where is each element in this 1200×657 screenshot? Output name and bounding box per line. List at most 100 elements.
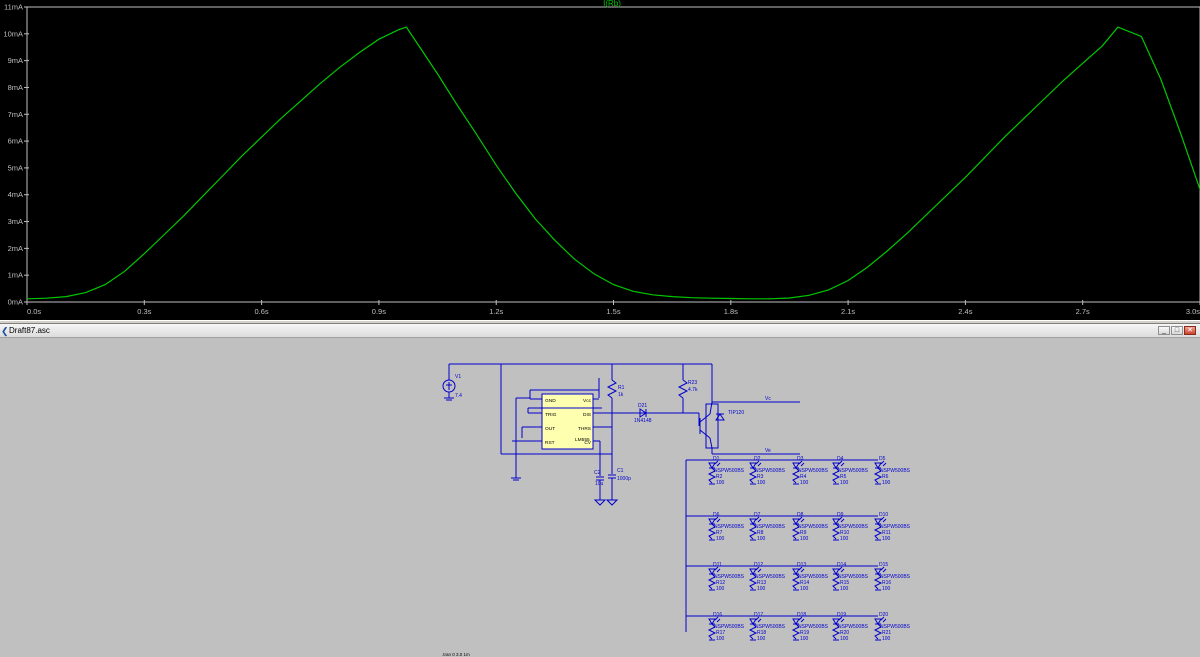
r23-name-label: R23 xyxy=(688,380,697,386)
led-diode-label: D20 xyxy=(879,612,888,618)
led-diode-label: D10 xyxy=(879,512,888,518)
y-tick-label: 8mA xyxy=(8,83,23,92)
y-tick-label: 4mA xyxy=(8,190,23,199)
c1-name-label: C1 xyxy=(617,468,624,474)
spice-directive[interactable]: .tran 0 3.0 1m xyxy=(442,652,470,657)
led-diode-label: D3 xyxy=(797,456,804,462)
led-diode-label: D1 xyxy=(713,456,720,462)
led-resistor-value: 100 xyxy=(716,480,725,486)
led-diode-label: D7 xyxy=(754,512,761,518)
ic-name-label: LM555 xyxy=(575,437,590,443)
led-resistor-value: 100 xyxy=(840,536,849,542)
x-tick-label: 1.5s xyxy=(606,307,620,316)
led-resistor-value: 100 xyxy=(716,586,725,592)
y-tick-label: 2mA xyxy=(8,244,23,253)
c2-value-label: 10u xyxy=(595,481,604,487)
led-diode-label: D11 xyxy=(713,562,722,568)
q1-name-label: TIP120 xyxy=(728,410,744,416)
led-diode-label: D9 xyxy=(837,512,844,518)
x-tick-label: 2.1s xyxy=(841,307,855,316)
led-resistor-value: 100 xyxy=(840,636,849,642)
led-diode-label: D13 xyxy=(797,562,806,568)
trace-label-i-rb[interactable]: I(Rb) xyxy=(603,0,621,8)
c2-name-label: C2 xyxy=(594,470,601,476)
r23-value-label: 4.7k xyxy=(688,387,698,393)
led-diode-label: D14 xyxy=(837,562,846,568)
led-diode-label: D15 xyxy=(879,562,888,568)
ic-pin-trig: TRIG xyxy=(545,412,557,418)
y-tick-label: 0mA xyxy=(8,298,23,307)
led-resistor-value: 100 xyxy=(757,586,766,592)
x-tick-label: 0.0s xyxy=(27,307,41,316)
r1-resistor[interactable] xyxy=(606,379,618,399)
led-resistor-value: 100 xyxy=(757,636,766,642)
led-resistor-value: 100 xyxy=(716,636,725,642)
schematic-canvas[interactable]: D1NSPW500BSR2100D2NSPW500BSR3100D3NSPW50… xyxy=(0,338,1200,657)
schematic-app-icon: ❮ xyxy=(1,326,9,336)
ic-pin-thrs: THRS xyxy=(578,426,591,432)
led-diode-label: D12 xyxy=(754,562,763,568)
led-diode-label: D5 xyxy=(879,456,886,462)
c1-value-label: 1000p xyxy=(617,476,631,482)
led-resistor-value: 100 xyxy=(840,586,849,592)
y-tick-label: 9mA xyxy=(8,56,23,65)
led-resistor-value: 100 xyxy=(800,636,809,642)
led-resistor-value: 100 xyxy=(882,586,891,592)
led-resistor-value: 100 xyxy=(882,536,891,542)
d21-value-label: 1N4148 xyxy=(634,418,652,424)
r1-value-label: 1k xyxy=(618,392,624,398)
led-diode-label: D19 xyxy=(837,612,846,618)
led-resistor-value: 100 xyxy=(882,480,891,486)
plot-frame xyxy=(26,6,1200,303)
ic-pin-vcc: Vcc xyxy=(583,398,592,404)
led-resistor-value: 100 xyxy=(757,536,766,542)
led-diode-label: D18 xyxy=(797,612,806,618)
close-button[interactable]: ✕ xyxy=(1184,326,1196,335)
ic-pin-rst: RST xyxy=(545,440,555,446)
led-resistor-value: 100 xyxy=(800,480,809,486)
led-resistor-value: 100 xyxy=(840,480,849,486)
led-diode-label: D16 xyxy=(713,612,722,618)
led-diode-label: D6 xyxy=(713,512,720,518)
x-tick-label: 1.2s xyxy=(489,307,503,316)
led-resistor-value: 100 xyxy=(757,480,766,486)
y-tick-label: 3mA xyxy=(8,217,23,226)
d21-name-label: D21 xyxy=(638,403,647,409)
v1-value-label: 7.4 xyxy=(455,393,462,399)
led-resistor-value: 100 xyxy=(716,536,725,542)
y-tick-label: 7mA xyxy=(8,110,23,119)
schematic-title: Draft87.asc xyxy=(9,326,50,335)
y-tick-label: 11mA xyxy=(4,3,23,12)
led-resistor-value: 100 xyxy=(800,586,809,592)
x-tick-label: 2.4s xyxy=(958,307,972,316)
minimize-button[interactable]: _ xyxy=(1158,326,1170,335)
led-diode-label: D17 xyxy=(754,612,763,618)
y-tick-label: 5mA xyxy=(8,163,23,172)
schematic-window[interactable]: ❮ Draft87.asc _ □ ✕ D1 NSPW500BS R2 100 … xyxy=(0,324,1200,657)
x-tick-label: 0.9s xyxy=(372,307,386,316)
x-tick-label: 1.8s xyxy=(724,307,738,316)
y-tick-label: 10mA xyxy=(3,29,23,38)
ic-pin-out: OUT xyxy=(545,426,555,432)
ic-pin-dis: DIS xyxy=(583,412,591,418)
x-tick-label: 0.6s xyxy=(255,307,269,316)
x-tick-label: 0.3s xyxy=(137,307,151,316)
net-vc-label: Vc xyxy=(765,396,771,402)
r1-name-label: R1 xyxy=(618,385,625,391)
led-diode-label: D2 xyxy=(754,456,761,462)
waveform-plot[interactable]: 0mA 1mA 2mA 3mA 4mA 5mA 6mA 7mA 8mA 9mA 10mA 11mA 0.… xyxy=(0,0,1200,320)
y-tick-label: 1mA xyxy=(8,271,23,280)
r23-resistor[interactable] xyxy=(677,379,689,399)
v1-name-label: V1 xyxy=(455,374,461,380)
maximize-button[interactable]: □ xyxy=(1171,326,1183,335)
ic-pin-gnd: GND xyxy=(545,398,556,404)
led-resistor-value: 100 xyxy=(882,636,891,642)
net-ve-label: Ve xyxy=(765,448,771,454)
waveform-plot-pane[interactable]: 0mA 1mA 2mA 3mA 4mA 5mA 6mA 7mA 8mA 9mA 10mA 11mA 0.… xyxy=(0,0,1200,320)
led-diode-label: D4 xyxy=(837,456,844,462)
schematic-titlebar[interactable]: ❮ Draft87.asc _ □ ✕ xyxy=(0,324,1200,338)
led-resistor-value: 100 xyxy=(800,536,809,542)
series-line-i-rb xyxy=(26,26,1200,300)
x-tick-label: 3.0s xyxy=(1186,307,1200,316)
led-diode-label: D8 xyxy=(797,512,804,518)
